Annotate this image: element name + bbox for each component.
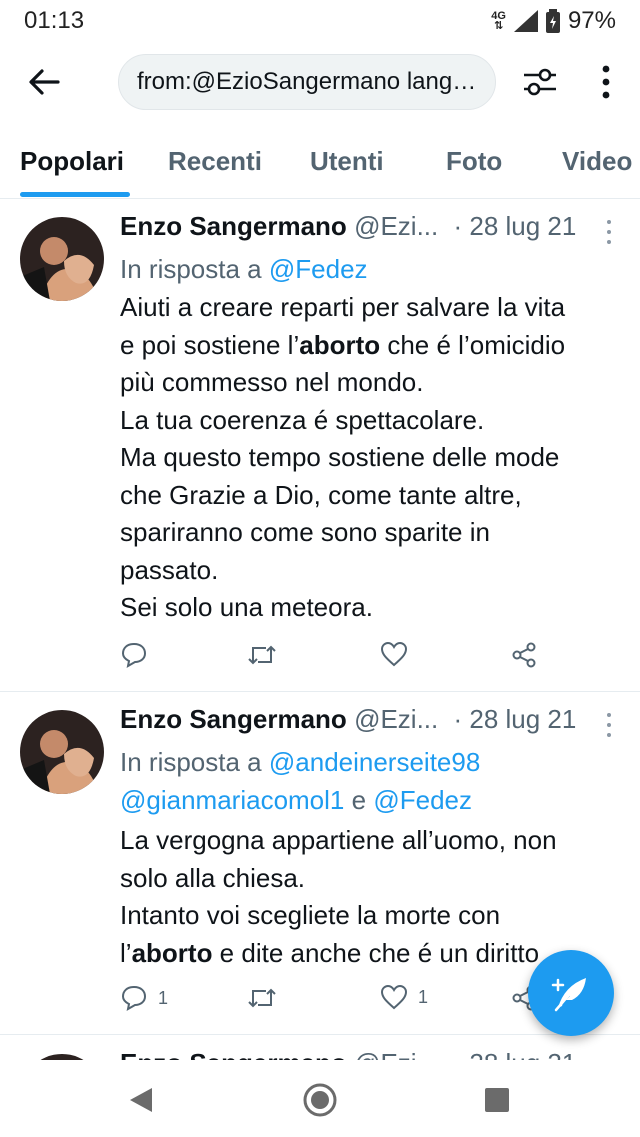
mention-link[interactable]: @andeinerseite98: [269, 747, 480, 777]
compose-feather-icon: [551, 978, 586, 1012]
retweet-icon: [248, 645, 276, 665]
battery-icon: [545, 9, 560, 33]
retweet-button[interactable]: [246, 641, 278, 669]
tab-foto[interactable]: Foto: [446, 146, 502, 177]
like-button[interactable]: 1: [380, 984, 428, 1010]
top-bar: from:@EzioSangermano lang:it aborto: [0, 46, 640, 118]
battery-level: 97%: [567, 7, 616, 34]
user-handle[interactable]: @Ezi...: [354, 211, 438, 241]
reply-icon: [121, 642, 147, 668]
tweet-date[interactable]: · 28 lug 21: [453, 211, 576, 241]
tweet-date[interactable]: · 28 lug 21: [453, 704, 576, 734]
recents-nav-icon[interactable]: [484, 1087, 510, 1113]
filter-sliders-icon[interactable]: [520, 62, 560, 102]
reply-button[interactable]: [120, 641, 148, 669]
reply-icon: [121, 985, 147, 1011]
tab-video[interactable]: Video: [562, 146, 632, 177]
signal-icon: [513, 10, 538, 32]
clock: 01:13: [24, 7, 85, 34]
share-button[interactable]: [510, 641, 538, 669]
status-bar: 01:13 4G ⇅ 97%: [0, 0, 640, 40]
tweet-text: Aiuti a creare reparti per salvare la vi…: [120, 292, 566, 622]
tab-utenti[interactable]: Utenti: [310, 146, 384, 177]
display-name[interactable]: Enzo Sangermano: [120, 704, 347, 734]
avatar[interactable]: [20, 710, 104, 794]
search-input[interactable]: from:@EzioSangermano lang:it aborto: [118, 54, 496, 110]
reply-context: In risposta a @Fedez: [120, 254, 368, 284]
tweet-more-icon[interactable]: [604, 712, 614, 738]
reply-count: 1: [158, 987, 169, 1008]
back-arrow-icon[interactable]: [26, 64, 62, 100]
tweet[interactable]: Enzo Sangermano @Ezi... · 28 lug 21 In r…: [0, 199, 640, 692]
search-tabs: Popolari Recenti Utenti Foto Video: [0, 128, 640, 199]
overflow-menu-icon[interactable]: [592, 62, 620, 102]
tweet-header: Enzo Sangermano @Ezi... · 28 lug 21: [120, 211, 620, 242]
tweet-actions: [120, 641, 620, 681]
heart-icon: [380, 641, 408, 667]
retweet-icon: [248, 988, 276, 1008]
like-button[interactable]: [380, 641, 408, 667]
tab-recenti[interactable]: Recenti: [168, 146, 262, 177]
mention-link[interactable]: @gianmariacomol1: [120, 785, 344, 815]
tweet-more-icon[interactable]: [604, 219, 614, 245]
reply-context: In risposta a @andeinerseite98 @gianmari…: [120, 747, 481, 815]
compose-tweet-button[interactable]: [528, 950, 614, 1036]
share-icon: [512, 642, 536, 668]
mention-link[interactable]: @Fedez: [269, 254, 368, 284]
reply-button[interactable]: 1: [120, 984, 168, 1012]
tweet-header: Enzo Sangermano @Ezi... · 28 lug 21: [120, 704, 620, 735]
display-name[interactable]: Enzo Sangermano: [120, 211, 347, 241]
mention-link[interactable]: @Fedez: [373, 785, 472, 815]
like-count: 1: [418, 986, 429, 1007]
retweet-button[interactable]: [246, 984, 278, 1012]
system-nav-bar: [0, 1060, 640, 1137]
heart-icon: [380, 984, 408, 1010]
network-4g-icon: 4G ⇅: [491, 10, 506, 32]
user-handle[interactable]: @Ezi...: [354, 704, 438, 734]
avatar[interactable]: [20, 217, 104, 301]
tab-popolari[interactable]: Popolari: [20, 146, 124, 177]
home-nav-icon[interactable]: [302, 1082, 338, 1118]
active-tab-indicator: [20, 192, 130, 197]
back-nav-icon[interactable]: [128, 1086, 154, 1114]
